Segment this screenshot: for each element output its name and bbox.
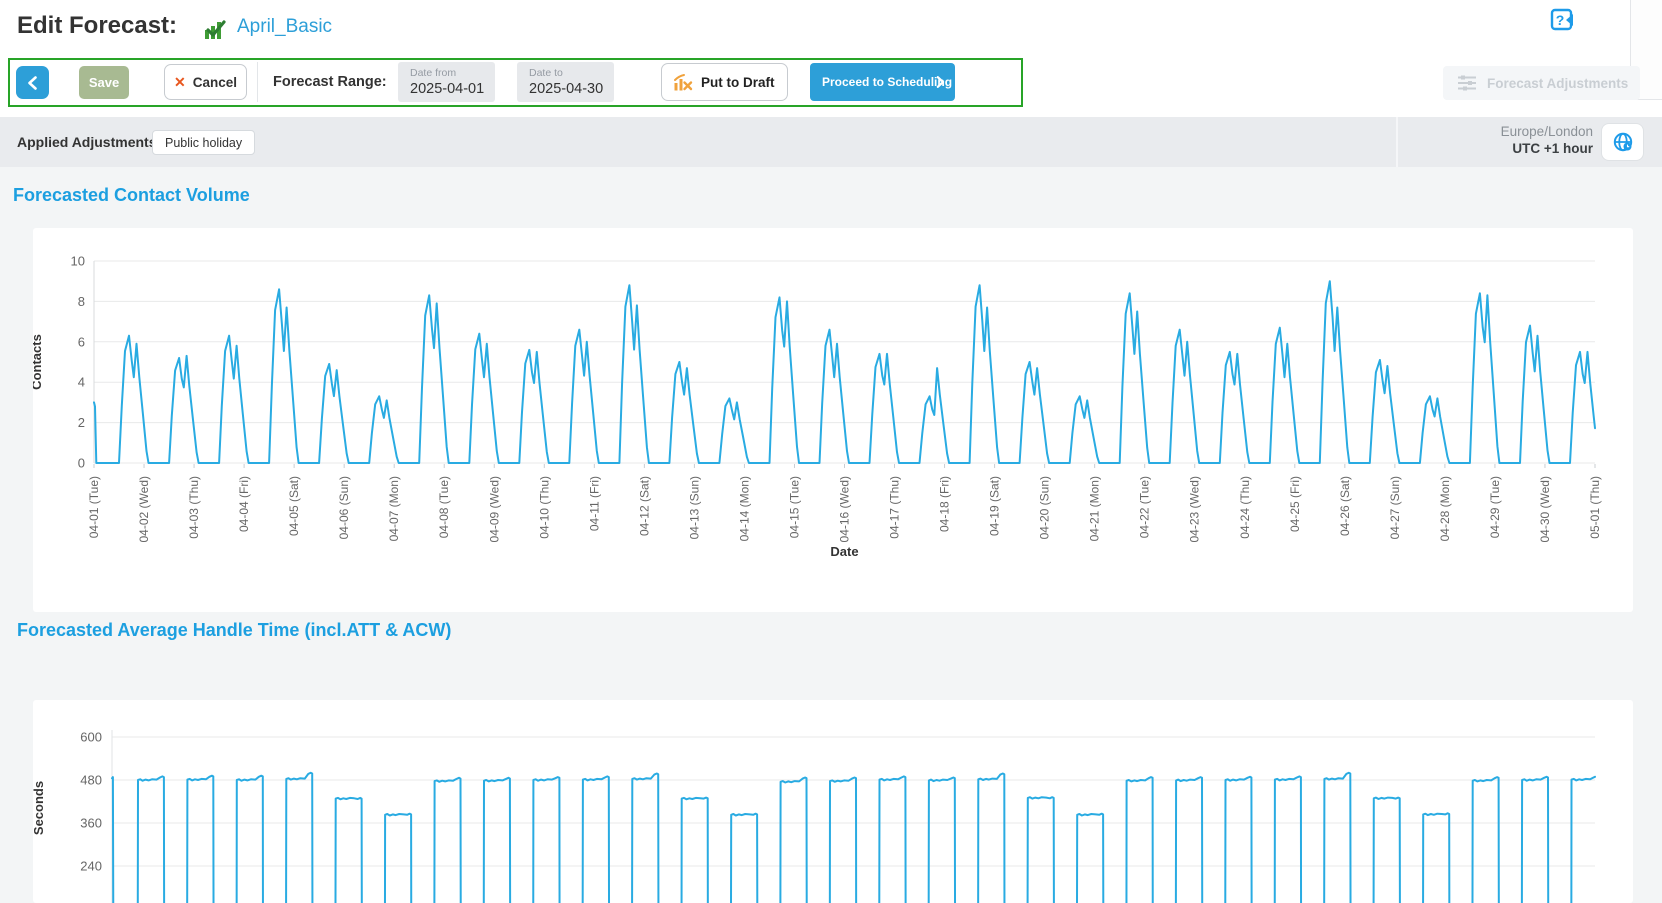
svg-text:360: 360 [80, 816, 102, 831]
svg-text:04-26 (Sat): 04-26 (Sat) [1338, 476, 1352, 536]
proceed-to-scheduling-button[interactable]: Proceed to Scheduling [810, 63, 955, 101]
svg-text:04-10 (Thu): 04-10 (Thu) [537, 476, 551, 539]
date-to-field[interactable]: Date to 2025-04-30 [517, 62, 614, 102]
save-button[interactable]: Save [79, 66, 129, 99]
adjustments-bar-divider [1396, 117, 1398, 167]
svg-text:2: 2 [78, 415, 85, 430]
svg-text:04-03 (Thu): 04-03 (Thu) [187, 476, 201, 539]
svg-text:04-22 (Tue): 04-22 (Tue) [1138, 476, 1152, 538]
svg-text:04-25 (Fri): 04-25 (Fri) [1288, 476, 1302, 532]
date-to-label: Date to [529, 67, 563, 79]
timezone-region: Europe/London [1501, 124, 1593, 139]
svg-text:04-24 (Thu): 04-24 (Thu) [1238, 476, 1252, 539]
svg-text:240: 240 [80, 859, 102, 874]
date-from-field[interactable]: Date from 2025-04-01 [398, 62, 495, 102]
chart-discard-icon [673, 72, 693, 92]
svg-text:04-09 (Wed): 04-09 (Wed) [487, 476, 501, 542]
svg-text:04-07 (Mon): 04-07 (Mon) [387, 476, 401, 541]
back-button[interactable] [16, 66, 49, 99]
proceed-label: Proceed to Scheduling [810, 75, 952, 89]
aht-chart: 600 480 360 240 Seconds [33, 700, 1633, 903]
adjustment-tag-public-holiday[interactable]: Public holiday [152, 130, 255, 155]
svg-text:04-15 (Tue): 04-15 (Tue) [787, 476, 801, 538]
svg-text:Seconds: Seconds [33, 781, 46, 835]
contact-volume-chart-title: Forecasted Contact Volume [13, 185, 250, 206]
svg-text:04-20 (Sun): 04-20 (Sun) [1038, 476, 1052, 539]
date-to-value: 2025-04-30 [529, 81, 603, 97]
chevron-left-icon [25, 75, 41, 91]
svg-text:04-17 (Thu): 04-17 (Thu) [888, 476, 902, 539]
globe-icon [1612, 131, 1634, 153]
toolbar-divider [257, 62, 258, 102]
forecast-adjustments-label: Forecast Adjustments [1487, 76, 1628, 91]
put-to-draft-label: Put to Draft [701, 75, 775, 90]
svg-text:04-19 (Sat): 04-19 (Sat) [988, 476, 1002, 536]
svg-text:Date: Date [830, 544, 858, 559]
svg-text:Contacts: Contacts [33, 334, 44, 390]
svg-text:6: 6 [78, 334, 85, 349]
svg-text:04-08 (Tue): 04-08 (Tue) [437, 476, 451, 538]
svg-text:04-11 (Fri): 04-11 (Fri) [587, 476, 601, 531]
x-icon: ✕ [174, 74, 186, 91]
svg-text:480: 480 [80, 773, 102, 788]
help-button[interactable]: ? [1549, 7, 1575, 33]
contact-volume-chart: 0 2 4 6 8 10 04-01 (Tue) 04-02 (Wed) 04-03 (Thu)… [33, 228, 1633, 617]
svg-text:8: 8 [78, 294, 85, 309]
svg-text:04-05 (Sat): 04-05 (Sat) [287, 476, 301, 536]
svg-text:04-13 (Sun): 04-13 (Sun) [687, 476, 701, 539]
svg-text:04-02 (Wed): 04-02 (Wed) [137, 476, 151, 542]
svg-text:04-06 (Sun): 04-06 (Sun) [337, 476, 351, 539]
svg-text:04-28 (Mon): 04-28 (Mon) [1438, 476, 1452, 541]
forecast-chart-check-icon [203, 17, 227, 41]
edit-forecast-page: Edit Forecast: April_Basic ? Save ✕ Canc… [0, 0, 1662, 903]
sliders-icon [1457, 74, 1477, 92]
svg-text:4: 4 [78, 375, 85, 390]
aht-chart-title: Forecasted Average Handle Time (incl.ATT… [17, 620, 451, 641]
forecast-range-label: Forecast Range: [273, 74, 387, 90]
timezone-block: Europe/London UTC +1 hour [1501, 124, 1593, 156]
svg-text:04-04 (Fri): 04-04 (Fri) [237, 476, 251, 532]
forecast-adjustments-button[interactable]: Forecast Adjustments [1443, 66, 1640, 100]
chevron-right-icon [933, 75, 947, 89]
svg-text:10: 10 [71, 254, 85, 269]
timezone-offset: UTC +1 hour [1501, 141, 1593, 156]
aht-chart-card: 600 480 360 240 Seconds [33, 700, 1633, 903]
svg-text:04-27 (Sun): 04-27 (Sun) [1388, 476, 1402, 539]
applied-adjustments-label: Applied Adjustments: [17, 134, 161, 150]
svg-text:0: 0 [78, 456, 85, 471]
svg-text:04-01 (Tue): 04-01 (Tue) [87, 476, 101, 538]
page-title: Edit Forecast: [17, 12, 177, 40]
svg-text:05-01 (Thu): 05-01 (Thu) [1588, 476, 1602, 539]
date-from-label: Date from [410, 67, 456, 79]
svg-text:04-21 (Mon): 04-21 (Mon) [1088, 476, 1102, 541]
svg-text:04-16 (Wed): 04-16 (Wed) [838, 476, 852, 542]
svg-text:?: ? [1556, 12, 1565, 28]
put-to-draft-button[interactable]: Put to Draft [661, 63, 788, 101]
date-from-value: 2025-04-01 [410, 81, 484, 97]
svg-text:04-14 (Mon): 04-14 (Mon) [737, 476, 751, 541]
svg-text:04-18 (Fri): 04-18 (Fri) [938, 476, 952, 532]
contact-volume-chart-card: 0 2 4 6 8 10 04-01 (Tue) 04-02 (Wed) 04-03 (Thu)… [33, 228, 1633, 612]
svg-text:600: 600 [80, 730, 102, 745]
svg-text:04-30 (Wed): 04-30 (Wed) [1538, 476, 1552, 542]
cancel-button[interactable]: ✕ Cancel [164, 64, 247, 100]
svg-text:04-23 (Wed): 04-23 (Wed) [1188, 476, 1202, 542]
cancel-label: Cancel [193, 75, 237, 90]
timezone-globe-button[interactable] [1601, 123, 1644, 161]
forecast-name: April_Basic [237, 16, 332, 38]
svg-text:04-29 (Tue): 04-29 (Tue) [1488, 476, 1502, 538]
svg-text:04-12 (Sat): 04-12 (Sat) [637, 476, 651, 536]
